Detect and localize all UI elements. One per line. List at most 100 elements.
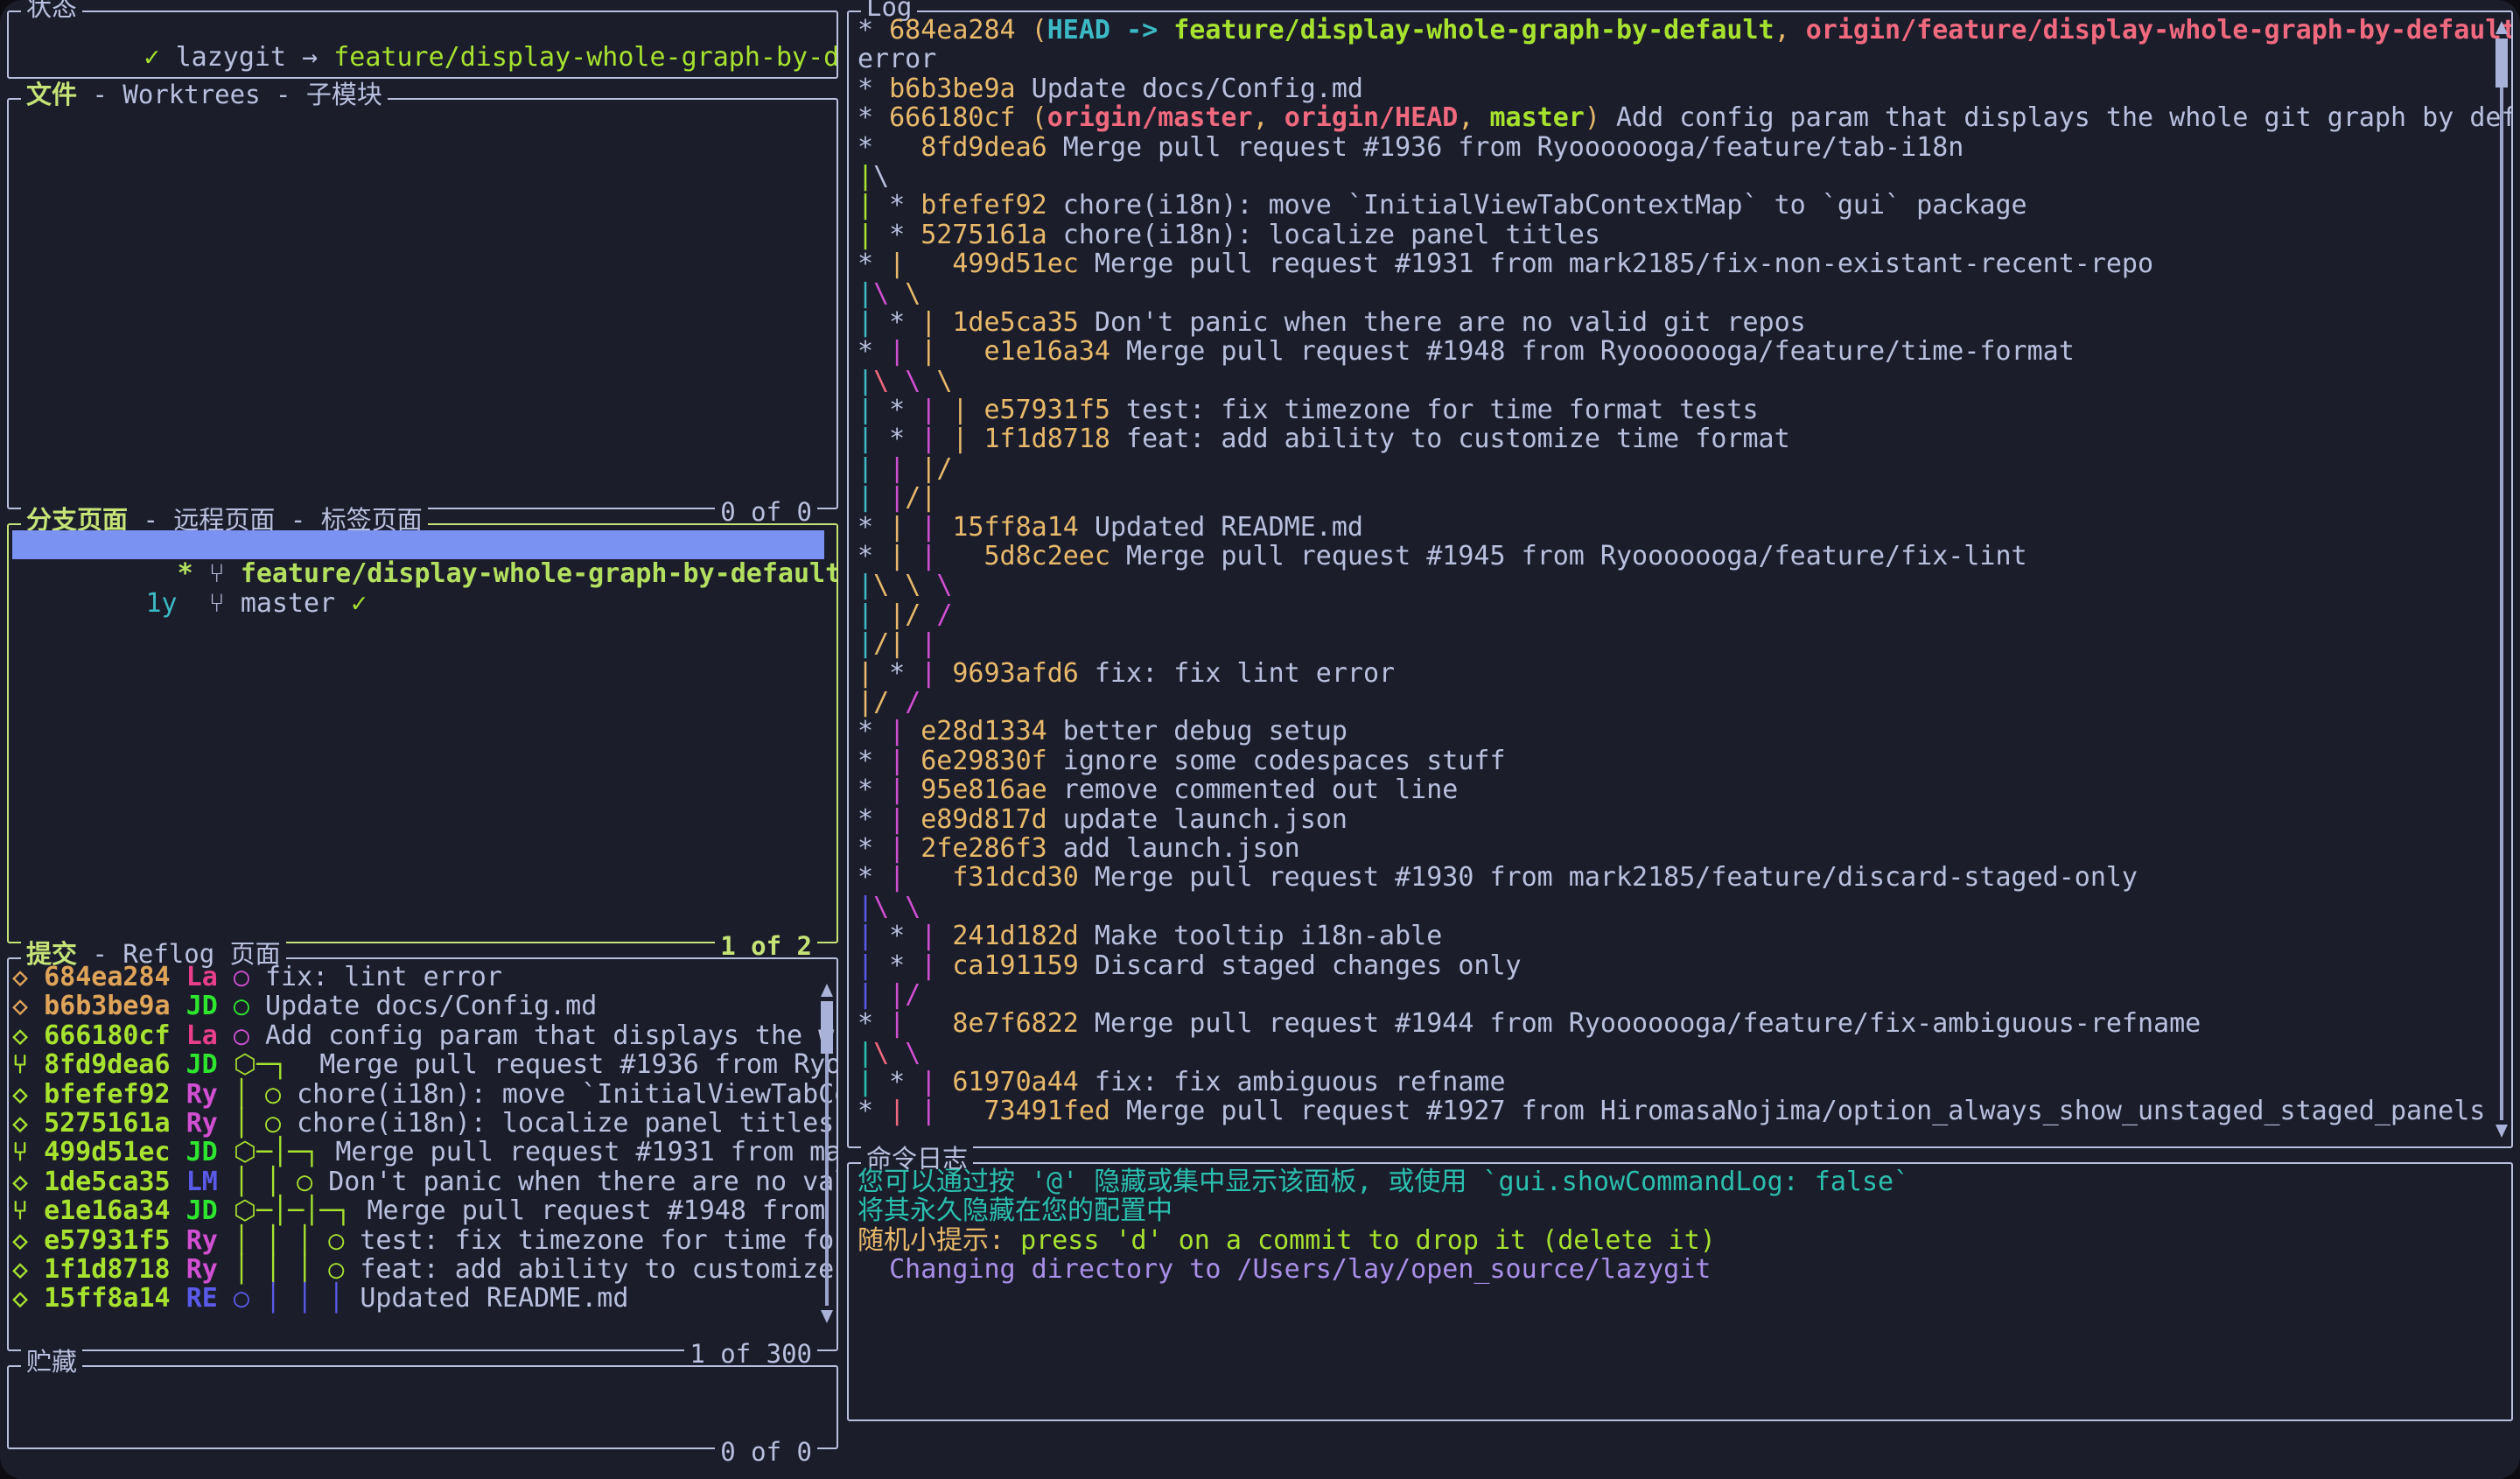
log-line-segment: 8e7f6822 xyxy=(920,1008,1079,1040)
log-line-segment: / xyxy=(936,599,953,630)
commits-panel[interactable]: 提交 - Reflog 页面 ◇ 684ea284 La ○ fix: lint… xyxy=(7,942,838,1367)
commit-message: Don't panic when there are no valid gi xyxy=(328,1166,836,1197)
branch-list-item-selected[interactable]: * ⑂ feature/display-whole-graph-by-defau… xyxy=(12,530,836,589)
scrollbar-thumb[interactable] xyxy=(2496,39,2508,88)
log-line-segment: | xyxy=(858,277,874,309)
log-line: * | e89d817d update launch.json xyxy=(858,804,2499,834)
commit-message: test: fix timezone for time format t xyxy=(360,1224,836,1256)
log-line-segment: 9693afd6 xyxy=(952,657,1079,689)
commit-graph: │ │ │ ○ xyxy=(233,1224,360,1256)
commit-graph: ○ │ │ │ xyxy=(233,1283,360,1314)
arrow-icon: → xyxy=(302,42,318,74)
commit-type-icon: ◇ xyxy=(12,991,29,1022)
command-log-content[interactable]: 您可以通过按 '@' 隐藏或集中显示该面板, 或使用 `gui.showComm… xyxy=(849,1164,2511,1419)
stash-panel-body[interactable] xyxy=(9,1367,836,1447)
log-line-segment: / xyxy=(905,599,937,630)
commit-message: fix: lint error xyxy=(265,962,502,992)
log-line: * 666180cf (origin/master, origin/HEAD, … xyxy=(858,102,2511,134)
log-line-segment: * xyxy=(858,511,890,543)
scroll-down-arrow-icon[interactable] xyxy=(2496,1125,2508,1138)
files-panel[interactable]: 文件 - Worktrees - 子模块 0 of 0 xyxy=(7,82,838,525)
commit-graph: │ ○ xyxy=(233,1078,298,1110)
status-panel[interactable]: 状态 ✓ lazygit → feature/display-whole-gra… xyxy=(7,0,838,79)
log-line-segment: | xyxy=(858,628,874,660)
log-line-segment: ( xyxy=(1031,15,1047,46)
log-line-segment: | xyxy=(858,1067,890,1098)
log-line-segment: | xyxy=(858,599,890,630)
log-line-segment: * xyxy=(858,73,890,104)
command-log-panel[interactable]: 命令日志 您可以通过按 '@' 隐藏或集中显示该面板, 或使用 `gui.sho… xyxy=(847,1146,2513,1421)
log-line-segment: * xyxy=(858,249,890,280)
commit-row[interactable]: ◇ 15ff8a14 RE ○ │ │ │ Updated README.md xyxy=(12,1284,833,1313)
commit-hash: 8fd9dea6 xyxy=(44,1049,171,1081)
log-line: |/ / xyxy=(858,688,2499,717)
log-line-segment: \ xyxy=(873,891,906,922)
log-line-segment: Updated README.md xyxy=(1078,511,1363,543)
log-line: | * 5275161a chore(i18n): localize panel… xyxy=(858,221,2499,249)
log-line: 您可以通过按 '@' 隐藏或集中显示该面板, 或使用 `gui.showComm… xyxy=(858,1167,2502,1196)
log-line-segment: | xyxy=(952,424,984,455)
commit-row[interactable]: ◇ 666180cf La ○ Add config param that di… xyxy=(12,1020,836,1051)
log-line-segment: | xyxy=(858,657,890,689)
branches-panel[interactable]: 分支页面 - 远程页面 - 标签页面 * ⑂ feature/display-w… xyxy=(7,508,838,959)
commit-row[interactable]: ◇ 1de5ca35 LM │ │ ○ Don't panic when the… xyxy=(12,1166,836,1197)
commit-row[interactable]: ◇ bfefef92 Ry │ ○ chore(i18n): move `Ini… xyxy=(12,1078,836,1110)
log-line-segment: f31dcd30 xyxy=(920,862,1079,894)
scroll-up-arrow-icon[interactable] xyxy=(2496,21,2508,34)
commit-row[interactable]: ◇ 684ea284 La ○ fix: lint error xyxy=(12,963,833,992)
commit-graph: ○ xyxy=(233,991,265,1022)
log-line-segment: \ xyxy=(905,1037,921,1069)
log-line-segment: master xyxy=(1489,102,1585,134)
log-line-segment: 5d8c2eec xyxy=(952,541,1110,572)
commit-hash: 5275161a xyxy=(44,1107,171,1139)
log-line-segment: test: fix timezone for time format tests xyxy=(1110,395,1759,426)
log-line-segment: better debug setup xyxy=(1046,716,1348,747)
log-line-segment: | xyxy=(920,657,953,689)
commit-row[interactable]: ⑂ 499d51ec JD ⬡─│─┐ Merge pull request #… xyxy=(12,1138,836,1167)
commit-hash: 1de5ca35 xyxy=(44,1166,171,1197)
log-panel[interactable]: Log * 684ea284 (HEAD -> feature/display-… xyxy=(847,0,2513,1148)
log-content[interactable]: * 684ea284 (HEAD -> feature/display-whol… xyxy=(849,12,2511,1146)
commit-row[interactable]: ◇ 5275161a Ry │ ○ chore(i18n): localize … xyxy=(12,1107,834,1139)
commit-hash: e1e16a34 xyxy=(44,1195,171,1227)
log-scrollbar[interactable] xyxy=(2496,19,2508,1139)
branch-name: master xyxy=(240,587,336,619)
scroll-up-arrow-icon[interactable] xyxy=(821,984,833,997)
commit-hash: 666180cf xyxy=(44,1020,171,1051)
log-line-segment: origin/master xyxy=(1046,102,1253,134)
log-line: * | | 15ff8a14 Updated README.md xyxy=(858,511,2499,543)
commit-row[interactable]: ◇ 1f1d8718 Ry │ │ │ ○ feat: add ability … xyxy=(12,1253,834,1285)
commit-row[interactable]: ◇ b6b3be9a JD ○ Update docs/Config.md xyxy=(12,992,833,1020)
log-line-segment: * xyxy=(858,336,890,368)
commits-scrollbar[interactable] xyxy=(821,982,833,1325)
commit-type-icon: ◇ xyxy=(12,962,29,992)
log-line-segment: 15ff8a14 xyxy=(952,511,1079,543)
commit-row[interactable]: ◇ e57931f5 Ry │ │ │ ○ test: fix timezone… xyxy=(12,1224,836,1256)
files-panel-body[interactable] xyxy=(9,100,836,508)
commit-graph: ○ xyxy=(233,1020,265,1051)
commits-list[interactable]: ◇ 684ea284 La ○ fix: lint error ◇ b6b3be9… xyxy=(9,959,836,1349)
commit-row[interactable]: ⑂ 8fd9dea6 JD ⬡─┐ Merge pull request #19… xyxy=(12,1049,836,1081)
status-check-icon: ✓ xyxy=(144,42,160,74)
commit-author: Ry xyxy=(186,1253,218,1285)
log-line-segment: feat: add ability to customize time form… xyxy=(1110,424,1790,455)
log-line-segment: Merge pull request #1931 from mark2185/f… xyxy=(1078,249,2154,280)
scroll-down-arrow-icon[interactable] xyxy=(821,1310,833,1323)
commit-row[interactable]: ⑂ e1e16a34 JD ⬡─│─│─┐ Merge pull request… xyxy=(12,1196,833,1225)
scrollbar-thumb[interactable] xyxy=(821,1001,833,1054)
log-line-segment: * xyxy=(889,950,921,981)
commit-hash: 1f1d8718 xyxy=(44,1253,171,1285)
scrollbar-track[interactable] xyxy=(2500,39,2503,1120)
status-panel-line: ✓ lazygit → feature/display-whole-graph-… xyxy=(18,14,837,72)
log-line-segment: 将其永久隐藏在您的配置中 xyxy=(858,1195,1172,1227)
log-line-segment: / xyxy=(905,978,921,1010)
